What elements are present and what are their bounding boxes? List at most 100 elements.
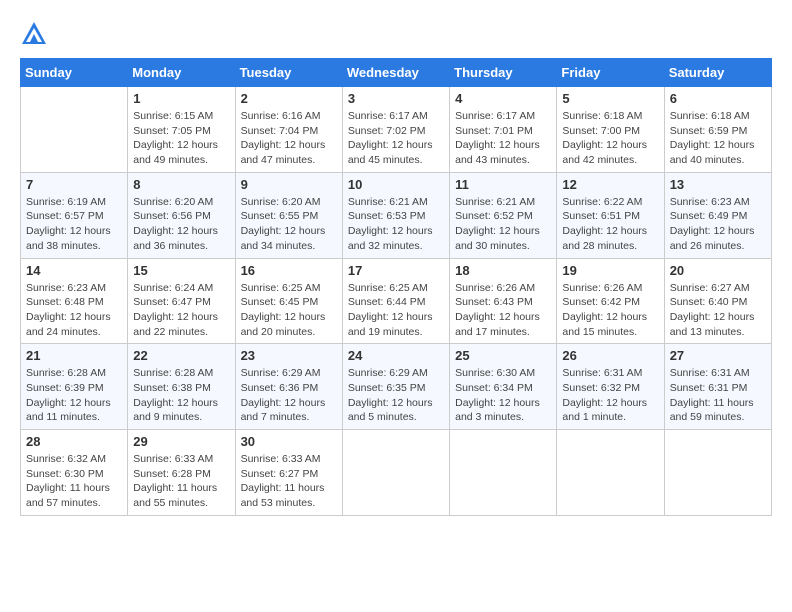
day-info: Sunrise: 6:19 AMSunset: 6:57 PMDaylight:… (26, 195, 122, 254)
logo-icon (20, 20, 48, 48)
calendar-week-1: 1 Sunrise: 6:15 AM Sunset: 7:05 PM Daylight… (21, 87, 772, 173)
day-info: Sunrise: 6:25 AMSunset: 6:44 PMDaylight:… (348, 281, 444, 340)
sunrise-label: Sunrise: 6:28 AM (26, 367, 106, 379)
daylight-label: Daylight: 12 hours and 24 minutes. (26, 311, 111, 338)
calendar-week-4: 21Sunrise: 6:28 AMSunset: 6:39 PMDayligh… (21, 344, 772, 430)
calendar-cell: 22Sunrise: 6:28 AMSunset: 6:38 PMDayligh… (128, 344, 235, 430)
day-number: 28 (26, 434, 122, 449)
day-number: 8 (133, 177, 229, 192)
day-info: Sunrise: 6:23 AMSunset: 6:49 PMDaylight:… (670, 195, 766, 254)
sunset-label: Sunset: 6:30 PM (26, 468, 104, 480)
day-info: Sunrise: 6:32 AMSunset: 6:30 PMDaylight:… (26, 452, 122, 511)
daylight-label: Daylight: 12 hours and 11 minutes. (26, 397, 111, 424)
calendar-cell: 3 Sunrise: 6:17 AMSunset: 7:02 PMDaylight… (342, 87, 449, 173)
calendar-cell: 7Sunrise: 6:19 AMSunset: 6:57 PMDaylight… (21, 172, 128, 258)
sunrise-label: Sunrise: 6:17 AM (348, 110, 428, 122)
sunrise-label: Sunrise: 6:18 AM (562, 110, 642, 122)
daylight-label: Daylight: 12 hours and 45 minutes. (348, 139, 433, 166)
column-header-tuesday: Tuesday (235, 59, 342, 87)
sunset-label: Sunset: 6:45 PM (241, 296, 319, 308)
column-header-wednesday: Wednesday (342, 59, 449, 87)
daylight-label: Daylight: 12 hours and 3 minutes. (455, 397, 540, 424)
calendar-cell: 26Sunrise: 6:31 AMSunset: 6:32 PMDayligh… (557, 344, 664, 430)
sunset-label: Sunset: 7:04 PM (241, 125, 319, 137)
sunset-label: Sunset: 7:00 PM (562, 125, 640, 137)
day-info: Sunrise: 6:30 AMSunset: 6:34 PMDaylight:… (455, 366, 551, 425)
calendar-cell (450, 430, 557, 516)
day-number: 16 (241, 263, 337, 278)
sunrise-label: Sunrise: 6:30 AM (455, 367, 535, 379)
day-info: Sunrise: 6:27 AMSunset: 6:40 PMDaylight:… (670, 281, 766, 340)
day-info: Sunrise: 6:18 AMSunset: 6:59 PMDaylight:… (670, 109, 766, 168)
day-number: 24 (348, 348, 444, 363)
day-number: 26 (562, 348, 658, 363)
sunset-label: Sunset: 6:52 PM (455, 210, 533, 222)
sunrise-label: Sunrise: 6:31 AM (670, 367, 750, 379)
daylight-label: Daylight: 11 hours and 57 minutes. (26, 482, 110, 509)
sunset-label: Sunset: 6:47 PM (133, 296, 211, 308)
calendar-cell: 24Sunrise: 6:29 AMSunset: 6:35 PMDayligh… (342, 344, 449, 430)
calendar-cell (342, 430, 449, 516)
day-info: Sunrise: 6:18 AMSunset: 7:00 PMDaylight:… (562, 109, 658, 168)
sunset-label: Sunset: 6:32 PM (562, 382, 640, 394)
day-number: 5 (562, 91, 658, 106)
daylight-label: Daylight: 12 hours and 20 minutes. (241, 311, 326, 338)
calendar-cell: 30Sunrise: 6:33 AMSunset: 6:27 PMDayligh… (235, 430, 342, 516)
day-number: 3 (348, 91, 444, 106)
daylight-label: Daylight: 12 hours and 36 minutes. (133, 225, 218, 252)
column-header-monday: Monday (128, 59, 235, 87)
calendar-cell: 23 Sunrise: 6:29 AMSunset: 6:36 PMDayligh… (235, 344, 342, 430)
sunset-label: Sunset: 6:56 PM (133, 210, 211, 222)
day-info: Sunrise: 6:21 AMSunset: 6:52 PMDaylight:… (455, 195, 551, 254)
sunset-label: Sunset: 6:49 PM (670, 210, 748, 222)
daylight-label: Daylight: 12 hours and 22 minutes. (133, 311, 218, 338)
day-info: Sunrise: 6:21 AMSunset: 6:53 PMDaylight:… (348, 195, 444, 254)
daylight-label: Daylight: 11 hours and 59 minutes. (670, 397, 754, 424)
calendar-cell (21, 87, 128, 173)
day-number: 27 (670, 348, 766, 363)
calendar-header-row: SundayMondayTuesdayWednesdayThursdayFrid… (21, 59, 772, 87)
day-info: Sunrise: 6:28 AMSunset: 6:38 PMDaylight:… (133, 366, 229, 425)
sunset-label: Sunset: 6:51 PM (562, 210, 640, 222)
sunrise-label: Sunrise: 6:15 AM (133, 110, 213, 122)
logo (20, 20, 52, 48)
sunset-label: Sunset: 6:59 PM (670, 125, 748, 137)
daylight-label: Daylight: 12 hours and 17 minutes. (455, 311, 540, 338)
day-info: Sunrise: 6:15 AM Sunset: 7:05 PM Daylight:… (133, 109, 229, 168)
day-info: Sunrise: 6:29 AMSunset: 6:36 PMDaylight:… (241, 366, 337, 425)
calendar-cell: 10Sunrise: 6:21 AMSunset: 6:53 PMDayligh… (342, 172, 449, 258)
daylight-label: Daylight: 11 hours and 55 minutes. (133, 482, 217, 509)
day-number: 9 (241, 177, 337, 192)
sunrise-label: Sunrise: 6:24 AM (133, 282, 213, 294)
day-info: Sunrise: 6:26 AMSunset: 6:42 PMDaylight:… (562, 281, 658, 340)
sunset-label: Sunset: 6:35 PM (348, 382, 426, 394)
sunrise-label: Sunrise: 6:20 AM (241, 196, 321, 208)
calendar-cell: 13Sunrise: 6:23 AMSunset: 6:49 PMDayligh… (664, 172, 771, 258)
daylight-label: Daylight: 12 hours and 43 minutes. (455, 139, 540, 166)
calendar-cell: 12Sunrise: 6:22 AMSunset: 6:51 PMDayligh… (557, 172, 664, 258)
sunset-label: Sunset: 6:31 PM (670, 382, 748, 394)
day-number: 23 (241, 348, 337, 363)
sunrise-label: Sunrise: 6:25 AM (241, 282, 321, 294)
daylight-label: Daylight: 11 hours and 53 minutes. (241, 482, 325, 509)
calendar-table: SundayMondayTuesdayWednesdayThursdayFrid… (20, 58, 772, 516)
calendar-cell: 25 Sunrise: 6:30 AMSunset: 6:34 PMDayligh… (450, 344, 557, 430)
page-header (20, 20, 772, 48)
daylight-label: Daylight: 12 hours and 15 minutes. (562, 311, 647, 338)
day-info: Sunrise: 6:17 AMSunset: 7:02 PMDaylight:… (348, 109, 444, 168)
calendar-cell: 20Sunrise: 6:27 AMSunset: 6:40 PMDayligh… (664, 258, 771, 344)
calendar-cell: 18Sunrise: 6:26 AMSunset: 6:43 PMDayligh… (450, 258, 557, 344)
day-number: 25 (455, 348, 551, 363)
sunrise-label: Sunrise: 6:26 AM (562, 282, 642, 294)
day-number: 6 (670, 91, 766, 106)
sunset-label: Sunset: 7:05 PM (133, 125, 211, 137)
day-number: 1 (133, 91, 229, 106)
daylight-label: Daylight: 12 hours and 49 minutes. (133, 139, 218, 166)
sunrise-label: Sunrise: 6:29 AM (241, 367, 321, 379)
sunset-label: Sunset: 6:39 PM (26, 382, 104, 394)
calendar-cell: 4Sunrise: 6:17 AMSunset: 7:01 PMDaylight… (450, 87, 557, 173)
calendar-cell: 29Sunrise: 6:33 AMSunset: 6:28 PMDayligh… (128, 430, 235, 516)
daylight-label: Daylight: 12 hours and 5 minutes. (348, 397, 433, 424)
day-number: 17 (348, 263, 444, 278)
sunrise-label: Sunrise: 6:28 AM (133, 367, 213, 379)
